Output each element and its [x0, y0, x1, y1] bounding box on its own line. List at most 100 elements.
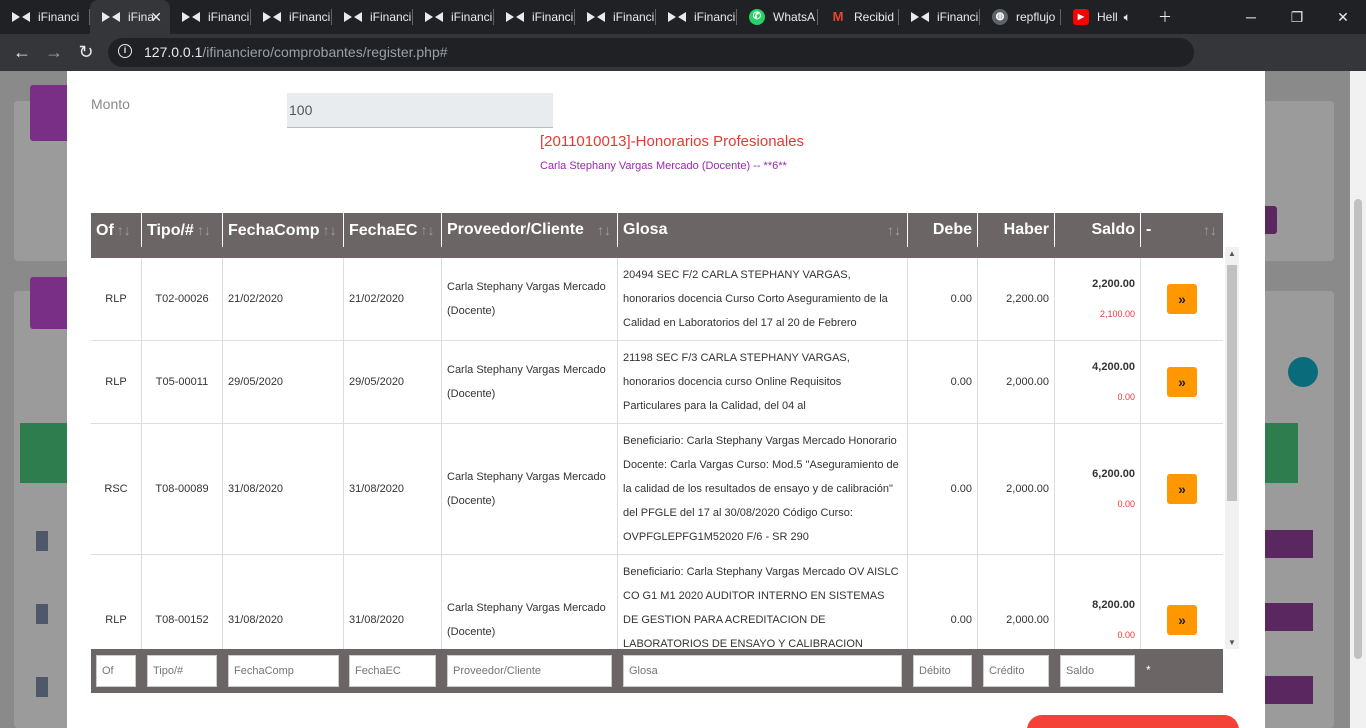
restore-icon[interactable]: ❐	[1274, 0, 1320, 34]
address-bar[interactable]: 127.0.0.1/ifinanciero/comprobantes/regis…	[108, 38, 1194, 67]
table-row[interactable]: RLP T05-00011 29/05/2020 29/05/2020 Carl…	[91, 341, 1223, 424]
browser-tab[interactable]: iFinanci	[575, 0, 656, 34]
site-info-icon[interactable]: i	[118, 44, 132, 58]
filter-of-input[interactable]	[96, 655, 136, 687]
filter-last-label: *	[1146, 663, 1151, 677]
cell-tipo: T08-00089	[142, 424, 223, 554]
table-scrollbar-thumb[interactable]	[1227, 265, 1237, 501]
filter-tipo-input[interactable]	[147, 655, 217, 687]
tab-label: Recibid	[854, 10, 895, 24]
cell-saldo: 2,200.00 2,100.00	[1055, 258, 1141, 340]
filter-proveedor-input[interactable]	[447, 655, 612, 687]
column-header-debe[interactable]: Debe	[908, 213, 978, 247]
browser-tab[interactable]: iFinanci	[251, 0, 332, 34]
cell-fechaec: 29/05/2020	[344, 341, 442, 423]
minimize-icon[interactable]: ─	[1228, 0, 1274, 34]
filter-fechacomp-input[interactable]	[228, 655, 339, 687]
sort-icon[interactable]: ↑↓	[597, 213, 611, 247]
page-background: Monto [2011010013]-Honorarios Profesiona…	[0, 71, 1366, 728]
cell-debe: 0.00	[908, 555, 978, 649]
browser-tab-active[interactable]: iFina ✕	[90, 0, 170, 34]
background-add-icon	[1288, 357, 1318, 387]
cell-fechacomp: 21/02/2020	[223, 258, 344, 340]
new-tab-icon[interactable]: ＋	[1142, 0, 1188, 34]
table-body: RLP T02-00026 21/02/2020 21/02/2020 Carl…	[91, 247, 1223, 649]
page-scrollbar[interactable]	[1350, 71, 1366, 728]
select-row-button[interactable]: »	[1167, 284, 1197, 314]
cell-glosa: 20494 SEC F/2 CARLA STEPHANY VARGAS, hon…	[618, 258, 908, 340]
cell-of: RLP	[91, 258, 142, 340]
sort-icon[interactable]: ↑↓	[117, 222, 131, 238]
tab-strip: iFinanci iFina ✕ iFinanci iFinanci iFinan…	[0, 0, 1366, 34]
url-path: /ifinanciero/comprobantes/register.php#	[202, 44, 448, 60]
reload-icon[interactable]: ↻	[72, 38, 100, 66]
browser-tab[interactable]: iFinanci	[413, 0, 494, 34]
cell-fechacomp: 31/08/2020	[223, 424, 344, 554]
scroll-up-icon[interactable]: ▲	[1228, 249, 1236, 258]
browser-tab[interactable]: ◍ repflujo	[980, 0, 1061, 34]
filter-credito-input[interactable]	[983, 655, 1049, 687]
cell-saldo: 8,200.00 0.00	[1055, 555, 1141, 649]
column-header-proveedor[interactable]: Proveedor/Cliente ↑↓	[442, 213, 618, 247]
cell-fechaec: 31/08/2020	[344, 424, 442, 554]
browser-tab[interactable]: ✆ WhatsA	[737, 0, 818, 34]
cell-tipo: T05-00011	[142, 341, 223, 423]
browser-tab[interactable]: iFinanci	[170, 0, 251, 34]
person-subtitle: Carla Stephany Vargas Mercado (Docente) …	[540, 160, 787, 172]
close-window-icon[interactable]: ✕	[1320, 0, 1366, 34]
cell-haber: 2,200.00	[978, 258, 1055, 340]
column-header-glosa[interactable]: Glosa ↑↓	[618, 213, 908, 247]
browser-tab[interactable]: iFinanci	[899, 0, 980, 34]
browser-tab[interactable]: M Recibid	[818, 0, 899, 34]
select-row-button[interactable]: »	[1167, 605, 1197, 635]
bowtie-icon	[506, 12, 524, 22]
column-header-tipo[interactable]: Tipo/# ↑↓	[142, 213, 223, 247]
sort-icon[interactable]: ↑↓	[420, 222, 434, 238]
select-row-button[interactable]: »	[1167, 367, 1197, 397]
sort-icon[interactable]: ↑↓	[323, 222, 337, 238]
cell-proveedor: Carla Stephany Vargas Mercado (Docente)	[442, 424, 618, 554]
browser-tab[interactable]: iFinanci	[494, 0, 575, 34]
browser-tab[interactable]: ▶ Hell 🔈︎	[1061, 0, 1142, 34]
browser-tab[interactable]: iFinanci	[656, 0, 737, 34]
bowtie-icon	[344, 12, 362, 22]
back-icon[interactable]: ←	[8, 38, 36, 66]
cell-glosa: Beneficiario: Carla Stephany Vargas Merc…	[618, 555, 908, 649]
tab-label: iFinanci	[289, 10, 331, 24]
page-scrollbar-thumb[interactable]	[1354, 199, 1362, 659]
browser-tab[interactable]: iFinanci	[0, 0, 90, 34]
filter-saldo-input[interactable]	[1060, 655, 1135, 687]
cell-glosa: Beneficiario: Carla Stephany Vargas Merc…	[618, 424, 908, 554]
modal-action-button[interactable]	[1027, 715, 1239, 728]
sort-icon[interactable]: ↑↓	[887, 213, 901, 247]
table-row[interactable]: RLP T08-00152 31/08/2020 31/08/2020 Carl…	[91, 555, 1223, 649]
sort-icon[interactable]: ↑↓	[1203, 213, 1217, 247]
saldo-value: 6,200.00	[1092, 468, 1135, 480]
table-row[interactable]: RLP T02-00026 21/02/2020 21/02/2020 Carl…	[91, 258, 1223, 341]
table-scrollbar[interactable]: ▲ ▼	[1225, 247, 1239, 649]
filter-debito-input[interactable]	[913, 655, 972, 687]
whatsapp-icon: ✆	[749, 9, 765, 25]
table-row[interactable]: RSC T08-00089 31/08/2020 31/08/2020 Carl…	[91, 424, 1223, 555]
column-header-fechacomp[interactable]: FechaComp ↑↓	[223, 213, 344, 247]
forward-icon[interactable]: →	[40, 38, 68, 66]
close-tab-icon[interactable]: ✕	[150, 9, 162, 26]
filter-fechaec-input[interactable]	[349, 655, 436, 687]
scroll-down-icon[interactable]: ▼	[1228, 638, 1236, 647]
column-header-haber[interactable]: Haber	[978, 213, 1055, 247]
column-header-saldo[interactable]: Saldo	[1055, 213, 1141, 247]
column-header-action[interactable]: - ↑↓	[1141, 213, 1223, 247]
select-row-button[interactable]: »	[1167, 474, 1197, 504]
background-row-actions	[1257, 530, 1313, 558]
background-row-number	[36, 604, 48, 624]
column-header-fechaec[interactable]: FechaEC ↑↓	[344, 213, 442, 247]
browser-tab[interactable]: iFinanci	[332, 0, 413, 34]
youtube-icon: ▶	[1073, 9, 1089, 25]
sort-icon[interactable]: ↑↓	[197, 222, 211, 238]
browser-toolbar: ← → ↻ 127.0.0.1/ifinanciero/comprobantes…	[0, 34, 1366, 96]
column-header-of[interactable]: Of ↑↓	[91, 213, 142, 247]
speaker-icon[interactable]: 🔈︎	[1124, 10, 1131, 25]
monto-input[interactable]	[287, 93, 553, 128]
filter-glosa-input[interactable]	[623, 655, 902, 687]
saldo-value: 2,200.00	[1092, 278, 1135, 290]
